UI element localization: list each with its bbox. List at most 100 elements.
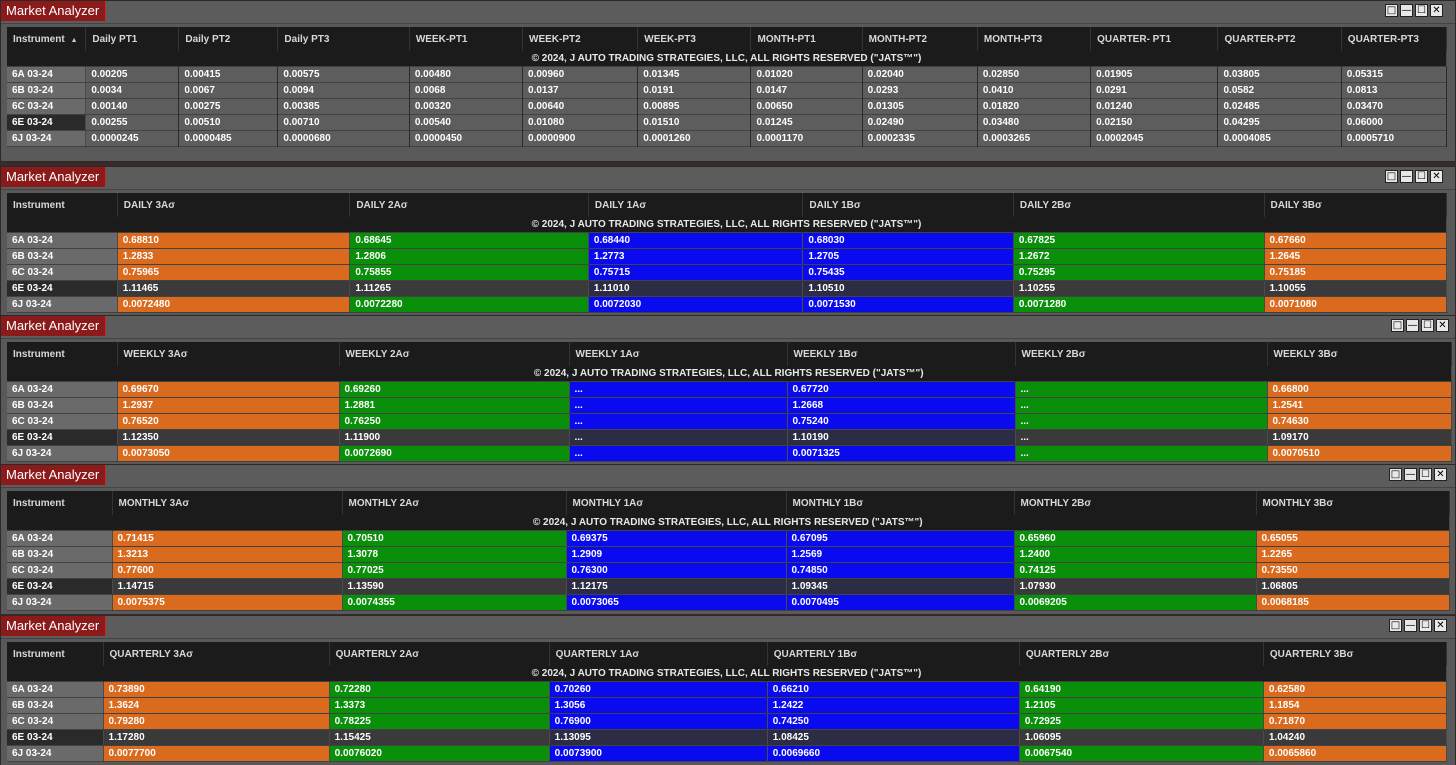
value-cell[interactable]: 1.12175 [566, 578, 787, 595]
maximize-icon[interactable]: ☐ [1415, 170, 1428, 183]
column-header[interactable]: QUARTERLY 2Aσ [329, 642, 550, 666]
window-titlebar[interactable]: Market Analyzer □ — ☐ ✕ [1, 616, 1455, 639]
value-cell[interactable]: 1.3056 [549, 697, 768, 714]
column-header[interactable]: WEEKLY 3Bσ [1267, 342, 1452, 366]
value-cell[interactable]: 0.77025 [342, 562, 567, 579]
value-cell[interactable]: 1.3213 [112, 546, 343, 563]
instrument-cell[interactable]: 6E 03-24 [7, 729, 104, 746]
value-cell[interactable]: 0.0002335 [862, 130, 978, 147]
value-cell[interactable]: 1.11465 [117, 280, 351, 297]
value-cell[interactable]: 1.2422 [767, 697, 1020, 714]
value-cell[interactable]: 0.0293 [862, 82, 978, 99]
value-cell[interactable]: 0.0000680 [277, 130, 410, 147]
close-icon[interactable]: ✕ [1434, 619, 1447, 632]
value-cell[interactable]: 0.71870 [1263, 713, 1448, 730]
value-cell[interactable]: 0.68440 [588, 232, 804, 249]
minimize-icon[interactable]: — [1400, 170, 1413, 183]
value-cell[interactable]: 0.73890 [103, 681, 330, 698]
instrument-row[interactable]: 6J 03-24 0.0077700 0.0076020 0.0073900 0.006… [7, 745, 1448, 762]
minimize-icon[interactable]: — [1404, 468, 1417, 481]
value-cell[interactable]: 0.02485 [1217, 98, 1342, 115]
window-titlebar[interactable]: Market Analyzer □ — ☐ ✕ [1, 167, 1455, 190]
minimize-icon[interactable]: — [1404, 619, 1417, 632]
maximize-icon[interactable]: ☐ [1419, 468, 1432, 481]
value-cell[interactable]: 0.0034 [85, 82, 180, 99]
value-cell[interactable]: 0.01240 [1090, 98, 1219, 115]
value-cell[interactable]: 0.76520 [117, 413, 340, 430]
value-cell[interactable]: 0.0075375 [112, 594, 343, 611]
column-header-instrument[interactable]: Instrument [7, 491, 113, 515]
value-cell[interactable]: 0.76250 [339, 413, 570, 430]
column-header[interactable]: QUARTER-PT2 [1217, 27, 1342, 51]
value-cell[interactable]: 0.05315 [1341, 66, 1448, 83]
value-cell[interactable]: 1.13590 [342, 578, 567, 595]
value-cell[interactable]: 0.02040 [862, 66, 978, 83]
close-icon[interactable]: ✕ [1436, 319, 1449, 332]
value-cell[interactable]: 0.79280 [103, 713, 330, 730]
value-cell[interactable]: 1.10055 [1264, 280, 1448, 297]
value-cell[interactable]: 1.2881 [339, 397, 570, 414]
value-cell[interactable]: 0.0071280 [1013, 296, 1265, 313]
value-cell[interactable]: 1.11900 [339, 429, 570, 446]
value-cell[interactable]: 0.0410 [977, 82, 1092, 99]
value-cell[interactable]: 0.0071325 [787, 445, 1016, 462]
value-cell[interactable]: 0.02490 [862, 114, 978, 131]
value-cell[interactable]: 1.1854 [1263, 697, 1448, 714]
value-cell[interactable]: 0.0000900 [522, 130, 639, 147]
value-cell[interactable]: 0.78225 [329, 713, 550, 730]
column-header[interactable]: WEEKLY 1Bσ [787, 342, 1016, 366]
value-cell[interactable]: ... [569, 429, 788, 446]
value-cell[interactable]: 0.69670 [117, 381, 340, 398]
value-cell[interactable]: 1.12350 [117, 429, 340, 446]
value-cell[interactable]: 0.00540 [409, 114, 524, 131]
value-cell[interactable]: 0.0001260 [637, 130, 752, 147]
value-cell[interactable]: 0.00650 [750, 98, 863, 115]
column-header[interactable]: MONTHLY 2Bσ [1014, 491, 1257, 515]
value-cell[interactable]: 0.0076020 [329, 745, 550, 762]
instrument-cell[interactable]: 6A 03-24 [7, 66, 87, 83]
value-cell[interactable]: 0.01080 [522, 114, 639, 131]
value-cell[interactable]: 1.08425 [767, 729, 1020, 746]
value-cell[interactable]: 0.64190 [1019, 681, 1264, 698]
minimize-icon[interactable]: — [1400, 4, 1413, 17]
value-cell[interactable]: 0.00275 [178, 98, 279, 115]
value-cell[interactable]: 0.03480 [977, 114, 1092, 131]
value-cell[interactable]: 0.02150 [1090, 114, 1219, 131]
value-cell[interactable]: 0.00575 [277, 66, 410, 83]
value-cell[interactable]: 0.0191 [637, 82, 752, 99]
value-cell[interactable]: 1.11010 [588, 280, 804, 297]
value-cell[interactable]: 0.0077700 [103, 745, 330, 762]
instrument-cell[interactable]: 6B 03-24 [7, 397, 118, 414]
value-cell[interactable]: 0.0002045 [1090, 130, 1219, 147]
restore-icon[interactable]: □ [1389, 619, 1402, 632]
value-cell[interactable]: 1.3624 [103, 697, 330, 714]
instrument-row[interactable]: 6B 03-24 0.0034 0.0067 0.0094 0.0068 0.0137 0.… [7, 82, 1448, 99]
instrument-cell[interactable]: 6C 03-24 [7, 98, 87, 115]
window-titlebar[interactable]: Market Analyzer □ — ☐ ✕ [1, 1, 1455, 24]
value-cell[interactable]: 1.2806 [349, 248, 589, 265]
value-cell[interactable]: 0.0072030 [588, 296, 804, 313]
value-cell[interactable]: 0.76900 [549, 713, 768, 730]
value-cell[interactable]: 1.2668 [787, 397, 1016, 414]
instrument-row[interactable]: 6J 03-24 0.0075375 0.0074355 0.0073065 0.007… [7, 594, 1450, 611]
value-cell[interactable]: 0.00320 [409, 98, 524, 115]
value-cell[interactable]: 0.0003265 [977, 130, 1092, 147]
value-cell[interactable]: 0.02850 [977, 66, 1092, 83]
value-cell[interactable]: 0.65055 [1256, 530, 1450, 547]
value-cell[interactable]: 0.00960 [522, 66, 639, 83]
instrument-row[interactable]: 6B 03-24 1.3213 1.3078 1.2909 1.2569 1.2400 1.… [7, 546, 1450, 563]
value-cell[interactable]: 1.06805 [1256, 578, 1450, 595]
instrument-cell[interactable]: 6J 03-24 [7, 745, 104, 762]
instrument-row[interactable]: 6B 03-24 1.3624 1.3373 1.3056 1.2422 1.2105 1.… [7, 697, 1448, 714]
value-cell[interactable]: 0.67095 [786, 530, 1015, 547]
value-cell[interactable]: 0.00385 [277, 98, 410, 115]
instrument-cell[interactable]: 6A 03-24 [7, 232, 118, 249]
column-header[interactable]: MONTHLY 3Aσ [112, 491, 343, 515]
restore-icon[interactable]: □ [1385, 4, 1398, 17]
column-header[interactable]: DAILY 3Aσ [117, 193, 351, 217]
value-cell[interactable]: 1.2265 [1256, 546, 1450, 563]
value-cell[interactable]: 0.01245 [750, 114, 863, 131]
value-cell[interactable]: 0.0000485 [178, 130, 279, 147]
instrument-cell[interactable]: 6A 03-24 [7, 681, 104, 698]
instrument-cell[interactable]: 6B 03-24 [7, 697, 104, 714]
